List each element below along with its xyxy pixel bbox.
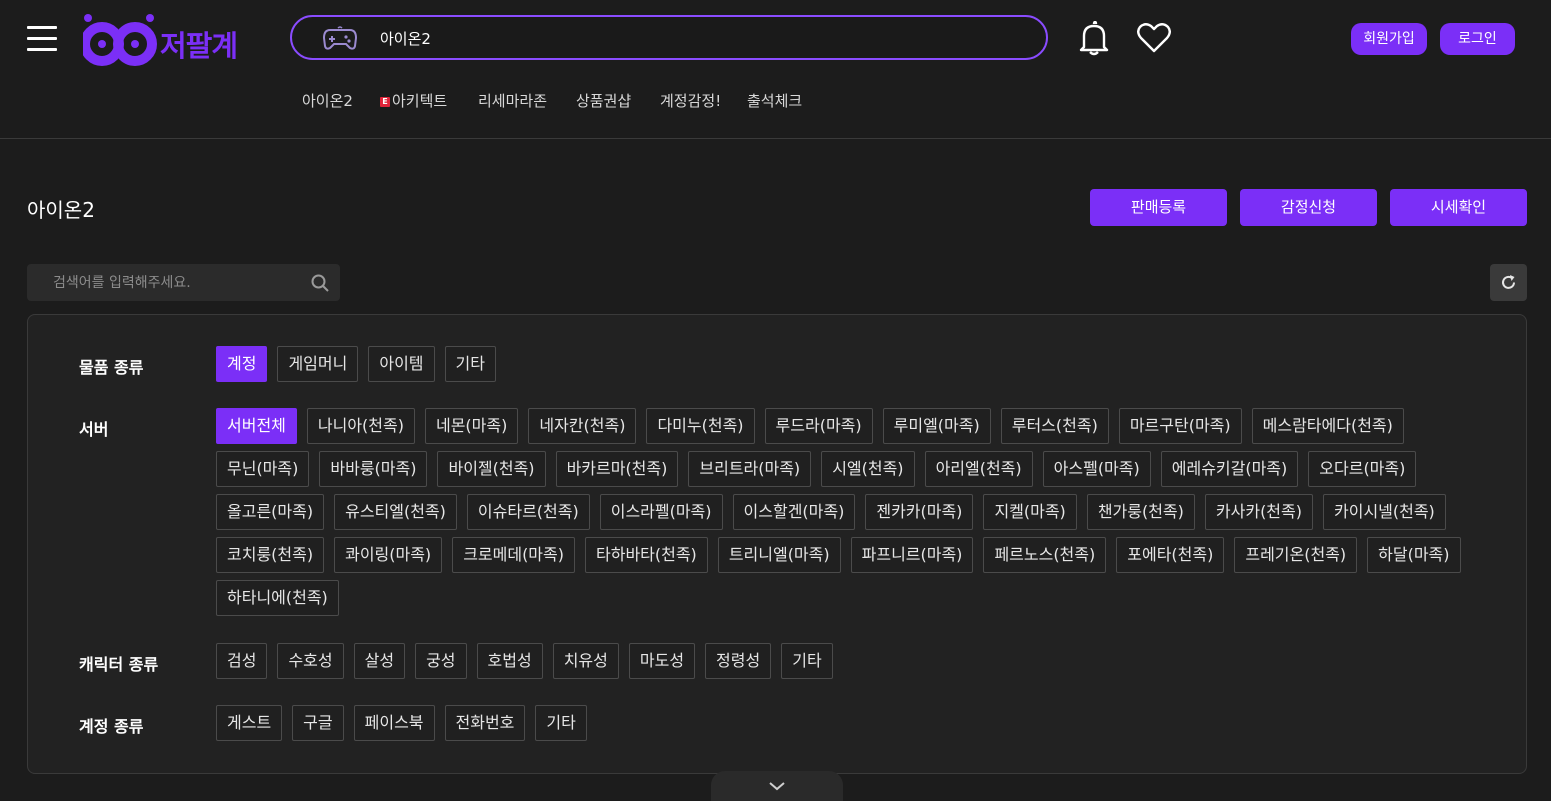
- filter-chip[interactable]: 카사카(천족): [1204, 494, 1313, 530]
- filter-chip[interactable]: 게임머니: [277, 346, 359, 382]
- filter-chip[interactable]: 이스할겐(마족): [732, 494, 856, 530]
- filter-chip[interactable]: 기타: [781, 643, 833, 679]
- filter-chip[interactable]: 아이템: [368, 346, 435, 382]
- quicknav-item-appraisal[interactable]: 계정감정!: [660, 90, 721, 111]
- filter-chip[interactable]: 검성: [216, 643, 268, 679]
- filter-chip[interactable]: 나니아(천족): [306, 408, 415, 444]
- site-logo[interactable]: 저팔계: [80, 14, 255, 66]
- filter-chip[interactable]: 궁성: [415, 643, 467, 679]
- filter-chip[interactable]: 지켈(마족): [983, 494, 1077, 530]
- refresh-button[interactable]: [1490, 264, 1527, 301]
- filter-chip[interactable]: 정령성: [705, 643, 772, 679]
- logo-text: 저팔계: [160, 29, 238, 63]
- filter-label-server: 서버: [79, 420, 109, 439]
- heart-icon[interactable]: [1137, 22, 1171, 58]
- filter-chip[interactable]: 치유성: [552, 643, 619, 679]
- quicknav-item-attendance[interactable]: 출석체크: [747, 90, 802, 111]
- filter-chip[interactable]: 크로메데(마족): [452, 537, 575, 573]
- filter-chip[interactable]: 오다르(마족): [1308, 451, 1417, 487]
- filter-chip[interactable]: 올고른(마족): [216, 494, 325, 530]
- page-title: 아이온2: [27, 198, 95, 222]
- filter-options-item-type: 계정 게임머니 아이템 기타: [216, 346, 1506, 382]
- filter-chip[interactable]: 하달(마족): [1367, 537, 1461, 573]
- filter-chip[interactable]: 기타: [444, 346, 496, 382]
- filter-chip[interactable]: 전화번호: [444, 705, 526, 741]
- filter-chip[interactable]: 아리엘(천족): [924, 451, 1033, 487]
- login-button[interactable]: 로그인: [1440, 23, 1515, 55]
- filter-chip[interactable]: 페이스북: [353, 705, 435, 741]
- filter-chip[interactable]: 챈가룽(천족): [1086, 494, 1195, 530]
- filter-chip[interactable]: 살성: [353, 643, 406, 679]
- gamepad-icon: [322, 26, 358, 50]
- check-price-button[interactable]: 시세확인: [1390, 189, 1527, 226]
- filter-chip[interactable]: 마르구탄(마족): [1118, 408, 1242, 444]
- filter-options-character-type: 검성 수호성 살성 궁성 호법성 치유성 마도성 정령성 기타: [216, 643, 1506, 679]
- filter-chip[interactable]: 유스티엘(천족): [334, 494, 457, 530]
- filter-chip[interactable]: 메스람타에다(천족): [1251, 408, 1404, 444]
- bell-icon[interactable]: [1078, 20, 1110, 61]
- filter-chip[interactable]: 하타니에(천족): [216, 580, 339, 616]
- quicknav-label: 아키텍트: [392, 92, 448, 110]
- search-icon[interactable]: [311, 274, 329, 292]
- quicknav-item-reroll[interactable]: 리세마라존: [478, 90, 547, 111]
- filter-chip[interactable]: 서버전체: [216, 408, 297, 444]
- filter-chip[interactable]: 포에타(천족): [1116, 537, 1225, 573]
- refresh-icon: [1502, 275, 1515, 289]
- filter-chip[interactable]: 구글: [292, 705, 344, 741]
- quick-nav: 아이온2 E 아키텍트 리세마라존 상품권샵 계정감정! 출석체크: [0, 90, 1551, 112]
- filter-chip[interactable]: 마도성: [628, 643, 696, 679]
- filter-chip[interactable]: 시엘(천족): [821, 451, 915, 487]
- filter-chip[interactable]: 페르노스(천족): [983, 537, 1107, 573]
- filter-chip[interactable]: 프레기온(천족): [1234, 537, 1358, 573]
- filter-chip[interactable]: 바바룽(마족): [319, 451, 428, 487]
- filter-options-account-type: 게스트 구글 페이스북 전화번호 기타: [216, 705, 1506, 741]
- filter-chip[interactable]: 코치룽(천족): [216, 537, 325, 573]
- filter-chip[interactable]: 카이시넬(천족): [1323, 494, 1446, 530]
- filter-chip[interactable]: 트리니엘(마족): [717, 537, 841, 573]
- filter-chip[interactable]: 젠카카(마족): [865, 494, 974, 530]
- filter-chip[interactable]: 루터스(천족): [1000, 408, 1109, 444]
- quicknav-item-architect[interactable]: E 아키텍트: [380, 90, 447, 111]
- filter-chip[interactable]: 루미엘(마족): [882, 408, 991, 444]
- request-appraisal-button[interactable]: 감정신청: [1240, 189, 1377, 226]
- filter-chip[interactable]: 호법성: [476, 643, 543, 679]
- quicknav-item-giftcard[interactable]: 상품권샵: [576, 90, 631, 111]
- filter-label-item-type: 물품 종류: [79, 358, 144, 377]
- signup-button[interactable]: 회원가입: [1351, 23, 1427, 55]
- filter-chip[interactable]: 기타: [535, 705, 587, 741]
- filter-chip[interactable]: 네자칸(천족): [528, 408, 637, 444]
- menu-icon[interactable]: [27, 24, 57, 52]
- filter-chip[interactable]: 에레슈키갈(마족): [1160, 451, 1299, 487]
- filter-chip[interactable]: 다미누(천족): [646, 408, 755, 444]
- global-search-input[interactable]: 아이온2: [380, 28, 431, 49]
- filter-chip[interactable]: 이스라펠(마족): [599, 494, 723, 530]
- filter-chip[interactable]: 파프니르(마족): [850, 537, 974, 573]
- filter-chip[interactable]: 무닌(마족): [216, 451, 310, 487]
- item-search-box: [27, 264, 340, 301]
- filter-chip[interactable]: 타하바타(천족): [585, 537, 708, 573]
- register-sale-button[interactable]: 판매등록: [1090, 189, 1227, 226]
- header-divider: [0, 138, 1551, 139]
- filter-chip[interactable]: 수호성: [277, 643, 344, 679]
- filter-chip[interactable]: 네몬(마족): [424, 408, 519, 444]
- filter-chip[interactable]: 루드라(마족): [764, 408, 873, 444]
- filter-chip[interactable]: 아스펠(마족): [1042, 451, 1151, 487]
- filter-chip[interactable]: 이슈타르(천족): [466, 494, 590, 530]
- quicknav-item-aion2[interactable]: 아이온2: [302, 90, 353, 111]
- filter-label-character-type: 캐릭터 종류: [79, 655, 159, 674]
- filter-chip[interactable]: 콰이링(마족): [334, 537, 443, 573]
- event-badge-icon: E: [380, 96, 390, 107]
- global-search-box[interactable]: 아이온2: [290, 15, 1048, 60]
- filter-chip[interactable]: 브리트라(마족): [688, 451, 812, 487]
- filter-chip[interactable]: 게스트: [216, 705, 283, 741]
- filter-chip[interactable]: 계정: [216, 346, 268, 382]
- filter-label-account-type: 계정 종류: [79, 717, 144, 736]
- chevron-down-icon: [769, 782, 785, 791]
- item-search-input[interactable]: [27, 264, 297, 301]
- expand-filters-button[interactable]: [711, 771, 843, 801]
- filter-chip[interactable]: 바이젤(천족): [437, 451, 546, 487]
- filter-chip[interactable]: 바카르마(천족): [555, 451, 679, 487]
- filter-options-server: 서버전체 나니아(천족) 네몬(마족) 네자칸(천족) 다미누(천족) 루드라(마족) 루미…: [216, 408, 1506, 616]
